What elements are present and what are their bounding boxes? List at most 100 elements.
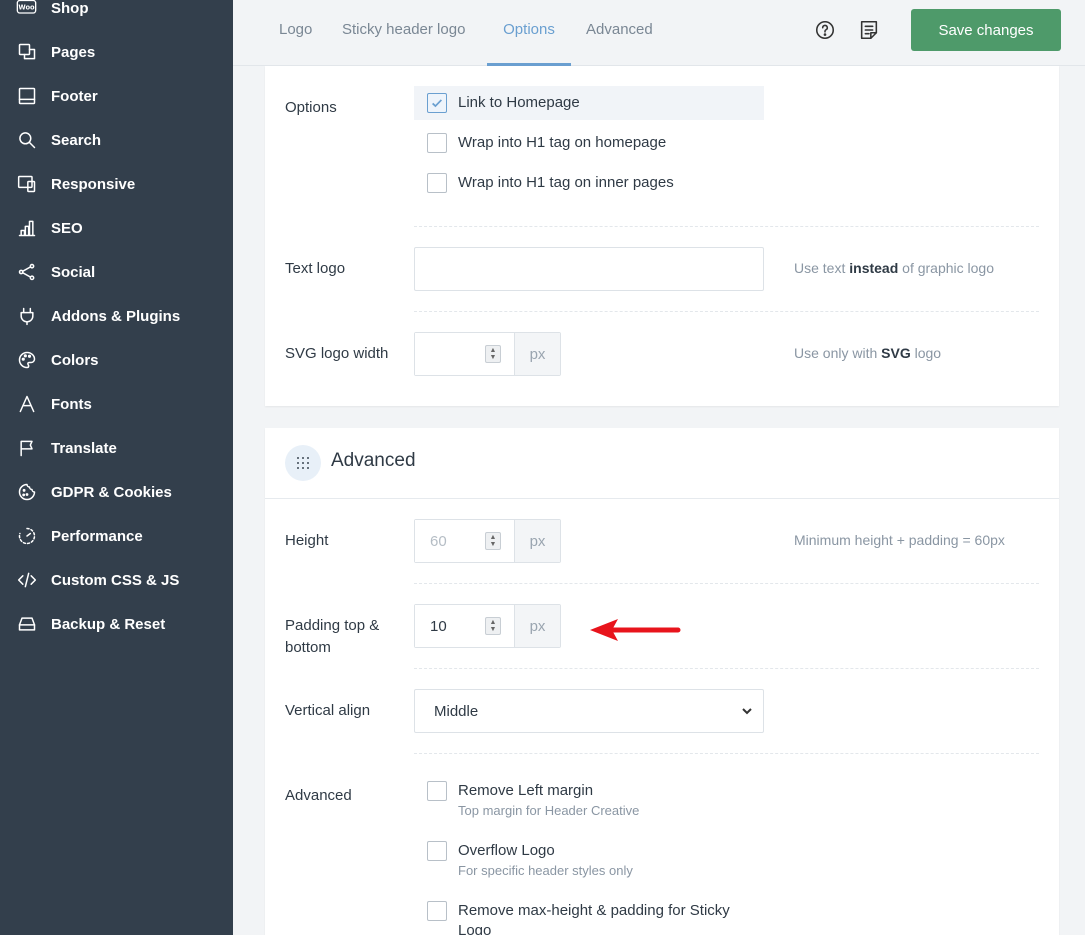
checkbox-label: Remove max-height & padding for Sticky L… [458,902,730,935]
sidebar-item-custom-css[interactable]: Custom CSS & JS [0,558,233,602]
unit-label: px [514,333,560,375]
sidebar-item-addons[interactable]: Addons & Plugins [0,294,233,338]
sidebar-item-label: Shop [51,0,89,17]
divider [414,311,1039,312]
checkbox-label: Wrap into H1 tag on homepage [458,134,667,151]
backup-icon [16,614,37,635]
vertical-align-label: Vertical align [285,702,371,719]
number-stepper[interactable]: ▲ ▼ [485,617,501,635]
sidebar-item-label: Translate [51,439,117,457]
save-button[interactable]: Save changes [911,9,1061,51]
link-homepage-checkbox-row[interactable]: Link to Homepage [427,93,580,113]
divider [414,583,1039,584]
advanced-card: Advanced Height ▲▼ px Minimum height + p… [265,428,1059,935]
flag-icon [16,438,37,459]
wrap-h1-homepage-checkbox-row[interactable]: Wrap into H1 tag on homepage [427,133,666,153]
sidebar-item-performance[interactable]: Performance [0,514,233,558]
performance-icon [16,526,37,547]
svg-width-desc: Use only with SVG logo [794,345,942,361]
select-value: Middle [434,702,479,720]
remove-left-margin-checkbox[interactable] [427,781,447,801]
unit-label: px [514,605,560,647]
wrap-h1-homepage-checkbox[interactable] [427,133,447,153]
advanced-label: Advanced [285,787,352,804]
unit-label: px [514,520,560,562]
wrap-h1-inner-checkbox[interactable] [427,173,447,193]
padding-field: ▲▼ px [414,604,561,648]
sidebar-item-label: Search [51,131,102,149]
sidebar-item-colors[interactable]: Colors [0,338,233,382]
sidebar-item-shop[interactable]: Woo Shop [0,0,233,30]
sidebar-item-label: Addons & Plugins [51,307,181,325]
search-icon [16,130,37,151]
checkbox-label: Remove Left margin [458,782,594,799]
checkbox-label: Wrap into H1 tag on inner pages [458,174,674,191]
sidebar-item-label: Fonts [51,395,92,413]
divider [414,753,1039,754]
options-card: Options Link to Homepage Wrap into H1 ta… [265,66,1059,406]
responsive-icon [16,174,37,195]
vertical-align-select[interactable]: Middle [414,689,764,733]
remove-max-height-checkbox-row[interactable]: Remove max-height & padding for Sticky L… [427,901,758,935]
sidebar-item-label: SEO [51,219,83,237]
top-bar: Logo Sticky header logo Options Advanced… [233,0,1085,66]
divider [414,226,1039,227]
overflow-logo-checkbox[interactable] [427,841,447,861]
sidebar-item-label: Pages [51,43,96,61]
options-label: Options [285,99,337,116]
sidebar-item-label: Performance [51,527,143,545]
pages-icon [16,42,37,63]
svg-width-field: ▲ ▼ px [414,332,561,376]
text-logo-input[interactable] [414,247,764,291]
chevron-down-icon [740,704,754,718]
overflow-logo-checkbox-row[interactable]: Overflow Logo For specific header styles… [427,841,633,881]
check-icon [432,99,443,108]
tab-logo[interactable]: Logo [279,0,312,66]
sidebar-item-social[interactable]: Social [0,250,233,294]
share-icon [16,262,37,283]
checkbox-sublabel: For specific header styles only [458,863,633,878]
checkbox-label: Link to Homepage [458,94,580,111]
sidebar-item-seo[interactable]: SEO [0,206,233,250]
sidebar-item-pages[interactable]: Pages [0,30,233,74]
help-circle-icon[interactable] [814,19,836,41]
sidebar-item-gdpr[interactable]: GDPR & Cookies [0,470,233,514]
tab-sticky-header-logo[interactable]: Sticky header logo [342,0,465,66]
plug-icon [16,306,37,327]
svg-text:Woo: Woo [18,4,35,12]
footer-icon [16,86,37,107]
woo-icon: Woo [16,0,37,19]
number-stepper[interactable]: ▲ ▼ [485,532,501,550]
tab-options[interactable]: Options [487,0,571,66]
text-logo-label: Text logo [285,260,346,277]
sidebar-item-label: Backup & Reset [51,615,166,633]
notes-icon[interactable] [858,19,880,41]
sidebar: Woo Shop Pages Footer Search Responsive … [0,0,233,935]
tab-advanced[interactable]: Advanced [586,0,653,66]
sidebar-item-label: Custom CSS & JS [51,571,180,589]
text-logo-desc: Use text instead of graphic logo [794,260,994,276]
section-title: Advanced [331,450,416,471]
sidebar-item-label: Social [51,263,96,281]
sidebar-item-responsive[interactable]: Responsive [0,162,233,206]
palette-icon [16,350,37,371]
sidebar-item-label: Footer [51,87,98,105]
link-homepage-checkbox[interactable] [427,93,447,113]
sidebar-item-label: Colors [51,351,99,369]
cookie-icon [16,482,37,503]
wrap-h1-inner-checkbox-row[interactable]: Wrap into H1 tag on inner pages [427,173,674,193]
remove-left-margin-checkbox-row[interactable]: Remove Left margin Top margin for Header… [427,781,639,821]
height-desc: Minimum height + padding = 60px [794,532,1005,548]
grid-dots-icon [285,445,321,481]
sidebar-item-translate[interactable]: Translate [0,426,233,470]
sidebar-item-label: Responsive [51,175,136,193]
checkbox-label: Overflow Logo [458,842,555,859]
sidebar-item-backup[interactable]: Backup & Reset [0,602,233,646]
sidebar-item-search[interactable]: Search [0,118,233,162]
sidebar-item-footer[interactable]: Footer [0,74,233,118]
advanced-section-header: Advanced [265,428,1059,499]
red-arrow-annotation [590,619,681,641]
sidebar-item-fonts[interactable]: Fonts [0,382,233,426]
remove-max-height-checkbox[interactable] [427,901,447,921]
number-stepper[interactable]: ▲ ▼ [485,345,501,363]
